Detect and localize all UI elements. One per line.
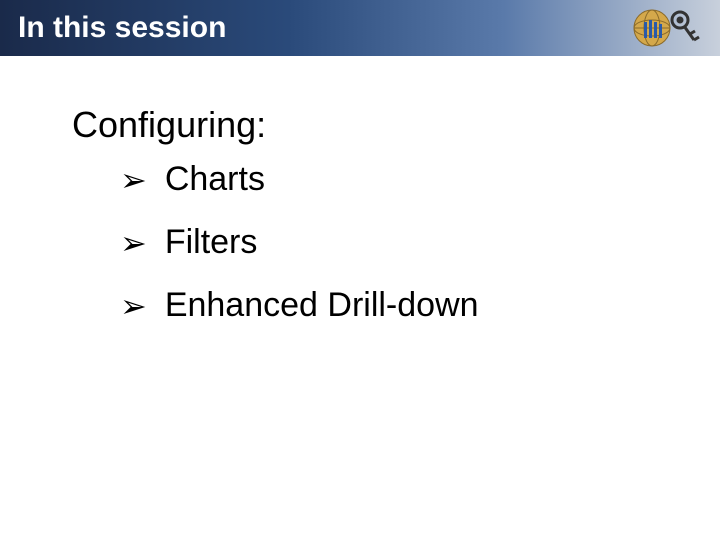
- list-item: ➢ Charts: [120, 160, 720, 199]
- list-item: ➢ Filters: [120, 223, 720, 262]
- header-bar: In this session: [0, 0, 720, 56]
- bullet-list: ➢ Charts ➢ Filters ➢ Enhanced Drill-down: [72, 160, 720, 325]
- bullet-label: Charts: [165, 160, 265, 199]
- bullet-label: Enhanced Drill-down: [165, 286, 479, 325]
- arrow-bullet-icon: ➢: [120, 161, 147, 199]
- list-item: ➢ Enhanced Drill-down: [120, 286, 720, 325]
- arrow-bullet-icon: ➢: [120, 224, 147, 262]
- logo-globe-key-icon: [622, 6, 702, 50]
- bullet-label: Filters: [165, 223, 258, 262]
- slide-body: Configuring: ➢ Charts ➢ Filters ➢ Enhanc…: [0, 56, 720, 325]
- arrow-bullet-icon: ➢: [120, 287, 147, 325]
- subtitle: Configuring:: [72, 104, 720, 146]
- slide-title: In this session: [18, 11, 226, 45]
